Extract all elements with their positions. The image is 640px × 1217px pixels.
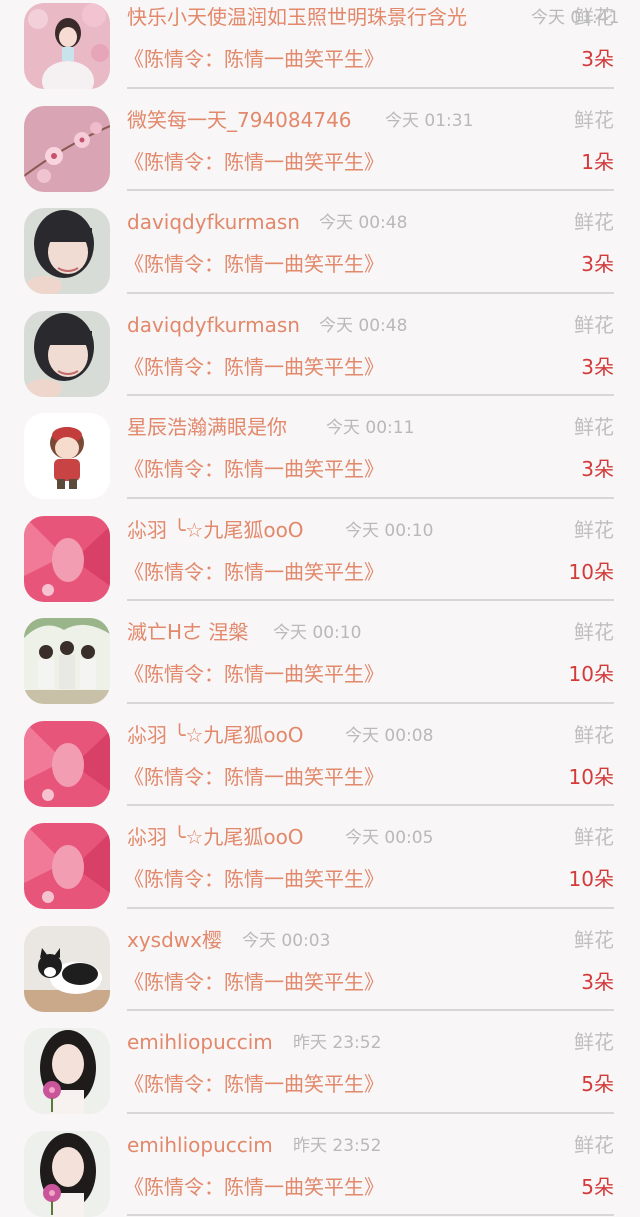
gift-count: 10朵	[568, 867, 614, 891]
gift-count: 3朵	[581, 969, 614, 994]
gift-type-label: 鲜花	[574, 722, 614, 747]
gift-count: 5朵	[581, 1174, 614, 1199]
gift-type-label: 鲜花	[574, 825, 614, 849]
timestamp: 今天 00:08	[345, 725, 434, 746]
gift-count: 5朵	[581, 1072, 614, 1096]
avatar[interactable]	[24, 1028, 110, 1114]
girl-flower-avatar-icon	[24, 1130, 110, 1217]
avatar[interactable]	[24, 1130, 110, 1217]
girl-hanfu-avatar-icon	[24, 3, 110, 89]
timestamp: 今天 00:10	[273, 623, 362, 643]
timestamp: 昨天 23:52	[293, 1135, 382, 1156]
list-item[interactable]: 尛羽 ╰☆九尾狐ooO 今天 00:10 鲜花 《陈情令：陈情一曲笑平生》 10…	[0, 499, 640, 602]
list-item[interactable]: emihliopuccim 昨天 23:52 鲜花 《陈情令：陈情一曲笑平生》 …	[0, 1011, 640, 1114]
book-title[interactable]: 《陈情令：陈情一曲笑平生》	[124, 250, 384, 278]
gift-count: 3朵	[581, 252, 614, 276]
timestamp: 今天 00:48	[319, 213, 408, 233]
book-title[interactable]: 《陈情令：陈情一曲笑平生》	[124, 660, 384, 688]
avatar[interactable]	[24, 618, 110, 704]
user-name[interactable]: daviqdyfkurmasn	[127, 311, 300, 339]
gift-type-label: 鲜花	[574, 620, 614, 644]
book-title[interactable]: 《陈情令：陈情一曲笑平生》	[124, 45, 384, 73]
user-name[interactable]: 尛羽 ╰☆九尾狐ooO	[127, 823, 304, 851]
avatar[interactable]	[24, 3, 110, 89]
group-photo-avatar-icon	[24, 618, 110, 704]
timestamp: 今天 00:10	[345, 520, 434, 541]
avatar[interactable]	[24, 515, 110, 602]
user-name[interactable]: 尛羽 ╰☆九尾狐ooO	[127, 516, 304, 544]
timestamp: 今天 00:03	[242, 930, 331, 951]
girl-portrait-avatar-icon	[24, 208, 110, 294]
list-item[interactable]: 滅亡Hㄜ 涅槃 今天 00:10 鲜花 《陈情令：陈情一曲笑平生》 10朵	[0, 601, 640, 704]
book-title[interactable]: 《陈情令：陈情一曲笑平生》	[124, 1070, 384, 1098]
gift-count: 10朵	[568, 764, 614, 789]
list-item[interactable]: daviqdyfkurmasn 今天 00:48 鲜花 《陈情令：陈情一曲笑平生…	[0, 191, 640, 294]
book-title[interactable]: 《陈情令：陈情一曲笑平生》	[124, 353, 384, 381]
list-item[interactable]: 星辰浩瀚满眼是你 今天 00:11 鲜花 《陈情令：陈情一曲笑平生》 3朵	[0, 396, 640, 499]
row-divider	[127, 1214, 614, 1216]
gift-type-label: 鲜花	[574, 1132, 614, 1157]
timestamp: 今天 01:31	[385, 110, 474, 131]
list-item[interactable]: 尛羽 ╰☆九尾狐ooO 今天 00:05 鲜花 《陈情令：陈情一曲笑平生》 10…	[0, 806, 640, 909]
book-title[interactable]: 《陈情令：陈情一曲笑平生》	[124, 763, 384, 791]
user-name[interactable]: 微笑每一天_794084746	[127, 106, 352, 134]
cartoon-boy-avatar-icon	[24, 413, 110, 499]
gift-type-label: 鲜花	[574, 107, 614, 132]
avatar[interactable]	[24, 413, 110, 499]
book-title[interactable]: 《陈情令：陈情一曲笑平生》	[124, 558, 384, 586]
gift-type-label: 鲜花	[574, 210, 614, 234]
pink-fox-avatar-icon	[24, 515, 110, 602]
pink-fox-avatar-icon	[24, 823, 110, 909]
list-item[interactable]: 快乐小天使温润如玉照世明珠景行含光 今天 01:41 鲜花 《陈情令：陈情一曲笑…	[0, 0, 640, 89]
book-title[interactable]: 《陈情令：陈情一曲笑平生》	[124, 455, 384, 483]
gift-count: 10朵	[568, 559, 614, 584]
list-item[interactable]: 微笑每一天_794084746 今天 01:31 鲜花 《陈情令：陈情一曲笑平生…	[0, 89, 640, 192]
list-item[interactable]: daviqdyfkurmasn 今天 00:48 鲜花 《陈情令：陈情一曲笑平生…	[0, 294, 640, 397]
gift-count: 3朵	[581, 457, 614, 481]
book-title[interactable]: 《陈情令：陈情一曲笑平生》	[124, 148, 384, 176]
list-item[interactable]: emihliopuccim 昨天 23:52 鲜花 《陈情令：陈情一曲笑平生》 …	[0, 1114, 640, 1217]
user-name[interactable]: 快乐小天使温润如玉照世明珠景行含光	[127, 3, 467, 31]
avatar[interactable]	[24, 925, 110, 1012]
user-name[interactable]: daviqdyfkurmasn	[127, 208, 300, 236]
avatar[interactable]	[24, 823, 110, 909]
timestamp: 昨天 23:52	[293, 1033, 382, 1053]
book-title[interactable]: 《陈情令：陈情一曲笑平生》	[124, 865, 384, 893]
cherry-blossom-avatar-icon	[24, 105, 110, 192]
gift-count: 3朵	[581, 47, 614, 71]
gift-type-label: 鲜花	[574, 415, 614, 439]
list-item[interactable]: xysdwx樱 今天 00:03 鲜花 《陈情令：陈情一曲笑平生》 3朵	[0, 909, 640, 1012]
list-item[interactable]: 尛羽 ╰☆九尾狐ooO 今天 00:08 鲜花 《陈情令：陈情一曲笑平生》 10…	[0, 704, 640, 807]
user-name[interactable]: emihliopuccim	[127, 1028, 273, 1056]
avatar[interactable]	[24, 208, 110, 294]
girl-flower-avatar-icon	[24, 1028, 110, 1114]
user-name[interactable]: xysdwx樱	[127, 926, 222, 954]
user-name[interactable]: emihliopuccim	[127, 1131, 273, 1159]
timestamp: 今天 00:11	[326, 418, 415, 438]
timestamp: 今天 00:05	[345, 828, 434, 848]
gift-type-label: 鲜花	[574, 517, 614, 542]
gift-type-label: 鲜花	[574, 927, 614, 952]
user-name[interactable]: 尛羽 ╰☆九尾狐ooO	[127, 721, 304, 749]
gift-count: 3朵	[581, 354, 614, 379]
girl-portrait-avatar-icon	[24, 310, 110, 397]
cat-avatar-icon	[24, 925, 110, 1012]
user-name[interactable]: 星辰浩瀚满眼是你	[127, 413, 287, 441]
gift-type-label: 鲜花	[574, 312, 614, 337]
book-title[interactable]: 《陈情令：陈情一曲笑平生》	[124, 1173, 384, 1201]
avatar[interactable]	[24, 720, 110, 807]
gift-count: 10朵	[568, 662, 614, 686]
gift-record-list: 快乐小天使温润如玉照世明珠景行含光 今天 01:41 鲜花 《陈情令：陈情一曲笑…	[0, 0, 640, 1217]
avatar[interactable]	[24, 105, 110, 192]
user-name[interactable]: 滅亡Hㄜ 涅槃	[127, 618, 248, 646]
pink-fox-avatar-icon	[24, 720, 110, 807]
gift-type-label: 鲜花	[574, 5, 614, 29]
timestamp: 今天 00:48	[319, 315, 408, 336]
avatar[interactable]	[24, 310, 110, 397]
book-title[interactable]: 《陈情令：陈情一曲笑平生》	[124, 968, 384, 996]
gift-type-label: 鲜花	[574, 1030, 614, 1054]
gift-count: 1朵	[581, 149, 614, 174]
